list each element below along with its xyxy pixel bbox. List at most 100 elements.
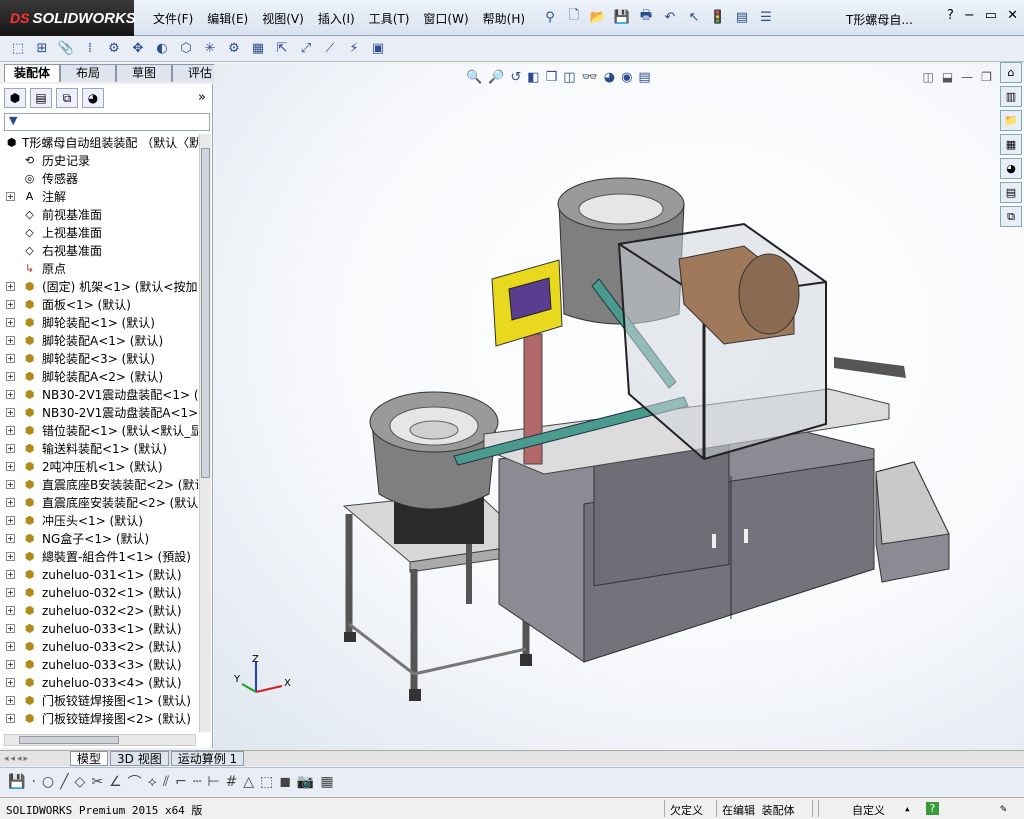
feature-filter-input[interactable]: ▼	[4, 113, 210, 131]
unit-system[interactable]: 自定义	[852, 802, 885, 818]
circle-icon[interactable]: ○	[42, 774, 54, 790]
menu-view[interactable]: 视图(V)	[255, 10, 311, 27]
reference-geometry-icon[interactable]: ✳	[200, 39, 220, 59]
menu-window[interactable]: 窗口(W)	[416, 10, 475, 27]
explode-line-sketch-icon[interactable]: ⤢	[296, 39, 316, 59]
edit-component-icon[interactable]: ⬚	[8, 39, 28, 59]
tree-item[interactable]: + ⬢ 直震底座安装装配<2> (默认	[0, 494, 198, 512]
expand-toggle-icon[interactable]: +	[6, 462, 15, 471]
menu-edit[interactable]: 编辑(E)	[200, 10, 255, 27]
point-icon[interactable]: ·	[31, 774, 35, 790]
print-icon[interactable]: 🖶	[636, 7, 656, 27]
tree-item[interactable]: + A 注解	[0, 188, 198, 206]
table-icon[interactable]: ▦	[320, 774, 333, 790]
design-library-icon[interactable]: ▥	[1000, 86, 1022, 107]
menu-help[interactable]: 帮助(H)	[476, 10, 532, 27]
tree-item[interactable]: ↳ 原点	[0, 260, 198, 278]
display-manager-tab-icon[interactable]: ◕	[82, 88, 104, 108]
tree-item[interactable]: + ⬢ 输送料装配<1> (默认)	[0, 440, 198, 458]
expand-toggle-icon[interactable]: +	[6, 354, 15, 363]
expand-toggle-icon[interactable]: +	[6, 192, 15, 201]
new-motion-study-icon[interactable]: ⚙	[224, 39, 244, 59]
tree-item[interactable]: + ⬢ zuheluo-032<1> (默认)	[0, 584, 198, 602]
menu-tools[interactable]: 工具(T)	[362, 10, 417, 27]
camera-icon[interactable]: 📷	[297, 774, 314, 790]
scrollbar-thumb[interactable]	[201, 148, 210, 478]
expand-toggle-icon[interactable]: +	[6, 606, 15, 615]
expand-toggle-icon[interactable]: +	[6, 516, 15, 525]
expand-toggle-icon[interactable]: +	[6, 426, 15, 435]
solidworks-resources-icon[interactable]: ⌂	[1000, 62, 1022, 83]
expand-toggle-icon[interactable]: +	[6, 282, 15, 291]
tree-item[interactable]: + ⬢ zuheluo-033<4> (默认)	[0, 674, 198, 692]
expand-toggle-icon[interactable]: +	[6, 570, 15, 579]
options-icon[interactable]: ☰	[756, 7, 776, 27]
tree-item[interactable]: + ⬢ 脚轮装配<1> (默认)	[0, 314, 198, 332]
tree-vertical-scrollbar[interactable]	[199, 134, 211, 732]
restore-button[interactable]: ▭	[985, 8, 997, 23]
tree-item[interactable]: ◇ 前视基准面	[0, 206, 198, 224]
view-palette-icon[interactable]: ▦	[1000, 134, 1022, 155]
appearances-scenes-icon[interactable]: ◕	[1000, 158, 1022, 179]
line-icon[interactable]: ╱	[60, 774, 68, 790]
expand-toggle-icon[interactable]: +	[6, 588, 15, 597]
assembly-features-icon[interactable]: ⬡	[176, 39, 196, 59]
recovery-icon[interactable]: ⧉	[1000, 206, 1022, 227]
expand-toggle-icon[interactable]: +	[6, 714, 15, 723]
tree-item[interactable]: + ⬢ 错位装配<1> (默认<默认_显示	[0, 422, 198, 440]
tree-item[interactable]: + ⬢ NB30-2V1震动盘装配<1> (默认	[0, 386, 198, 404]
expand-toggle-icon[interactable]: +	[6, 390, 15, 399]
expand-toggle-icon[interactable]: +	[6, 660, 15, 669]
tree-item[interactable]: + ⬢ 2吨冲压机<1> (默认)	[0, 458, 198, 476]
expand-toggle-icon[interactable]: +	[6, 552, 15, 561]
expand-toggle-icon[interactable]: +	[6, 642, 15, 651]
instant3d-icon[interactable]: ⟋	[320, 39, 340, 59]
expand-toggle-icon[interactable]: +	[6, 498, 15, 507]
edit-tag-icon[interactable]: ✎	[1000, 802, 1007, 815]
custom-properties-icon[interactable]: ▤	[1000, 182, 1022, 203]
tab-sketch[interactable]: 草图	[116, 64, 172, 82]
trim-icon[interactable]: ✂	[91, 774, 103, 790]
tab-layout[interactable]: 布局	[60, 64, 116, 82]
expand-toggle-icon[interactable]: +	[6, 318, 15, 327]
tree-item[interactable]: + ⬢ 脚轮装配<3> (默认)	[0, 350, 198, 368]
menu-file[interactable]: 文件(F)	[146, 10, 200, 27]
expand-toggle-icon[interactable]: +	[6, 372, 15, 381]
expand-toggle-icon[interactable]: +	[6, 534, 15, 543]
expand-toggle-icon[interactable]: +	[6, 300, 15, 309]
offset-icon[interactable]: ⫽	[163, 774, 169, 790]
expand-toggle-icon[interactable]: +	[6, 408, 15, 417]
tree-item[interactable]: + ⬢ (固定) 机架<1> (默认<按加工	[0, 278, 198, 296]
polygon-icon[interactable]: ◇	[75, 774, 86, 790]
construction-line-icon[interactable]: ┄	[193, 774, 201, 790]
tree-item[interactable]: + ⬢ 脚轮装配A<1> (默认)	[0, 332, 198, 350]
grid-icon[interactable]: #	[226, 774, 238, 790]
tree-item[interactable]: + ⬢ zuheluo-032<2> (默认)	[0, 602, 198, 620]
property-manager-tab-icon[interactable]: ▤	[30, 88, 52, 108]
expand-toggle-icon[interactable]: +	[6, 336, 15, 345]
linear-pattern-icon[interactable]: ⁞	[80, 39, 100, 59]
expand-toggle-icon[interactable]: +	[6, 444, 15, 453]
tree-item[interactable]: + ⬢ 门板铰链焊接图<1> (默认)	[0, 692, 198, 710]
pin-icon[interactable]: ⚲	[540, 7, 560, 27]
tree-item[interactable]: + ⬢ NG盒子<1> (默认)	[0, 530, 198, 548]
save-icon[interactable]: 💾	[8, 774, 25, 790]
help-icon[interactable]: ?	[947, 8, 954, 23]
update-speedpak-icon[interactable]: ⚡	[344, 39, 364, 59]
bill-of-materials-icon[interactable]: ▦	[248, 39, 268, 59]
tree-item[interactable]: + ⬢ 總裝置-組合件1<1> (預設)	[0, 548, 198, 566]
tab-3d-views[interactable]: 3D 视图	[110, 751, 169, 766]
tree-item[interactable]: + ⬢ 脚轮装配A<2> (默认)	[0, 368, 198, 386]
tab-assembly[interactable]: 装配体	[4, 64, 60, 82]
tree-item[interactable]: + ⬢ 冲压头<1> (默认)	[0, 512, 198, 530]
expand-toggle-icon[interactable]: +	[6, 624, 15, 633]
angle-icon[interactable]: ∠	[109, 774, 122, 790]
tree-item[interactable]: ◇ 上视基准面	[0, 224, 198, 242]
take-snapshot-icon[interactable]: ▣	[368, 39, 388, 59]
assembly-model[interactable]: Z X Y	[214, 64, 1024, 750]
expand-toggle-icon[interactable]: +	[6, 480, 15, 489]
graphics-area[interactable]: 🔍 🔎 ↺ ◧ ❒ ◫ 👓 ◕ ◉ ▤ ◫ ⬓ — ❐ ✕	[214, 64, 1024, 750]
tab-motion-study[interactable]: 运动算例 1	[170, 751, 245, 766]
isometric-view-icon[interactable]: ⬚	[260, 774, 273, 790]
menu-insert[interactable]: 插入(I)	[311, 10, 362, 27]
